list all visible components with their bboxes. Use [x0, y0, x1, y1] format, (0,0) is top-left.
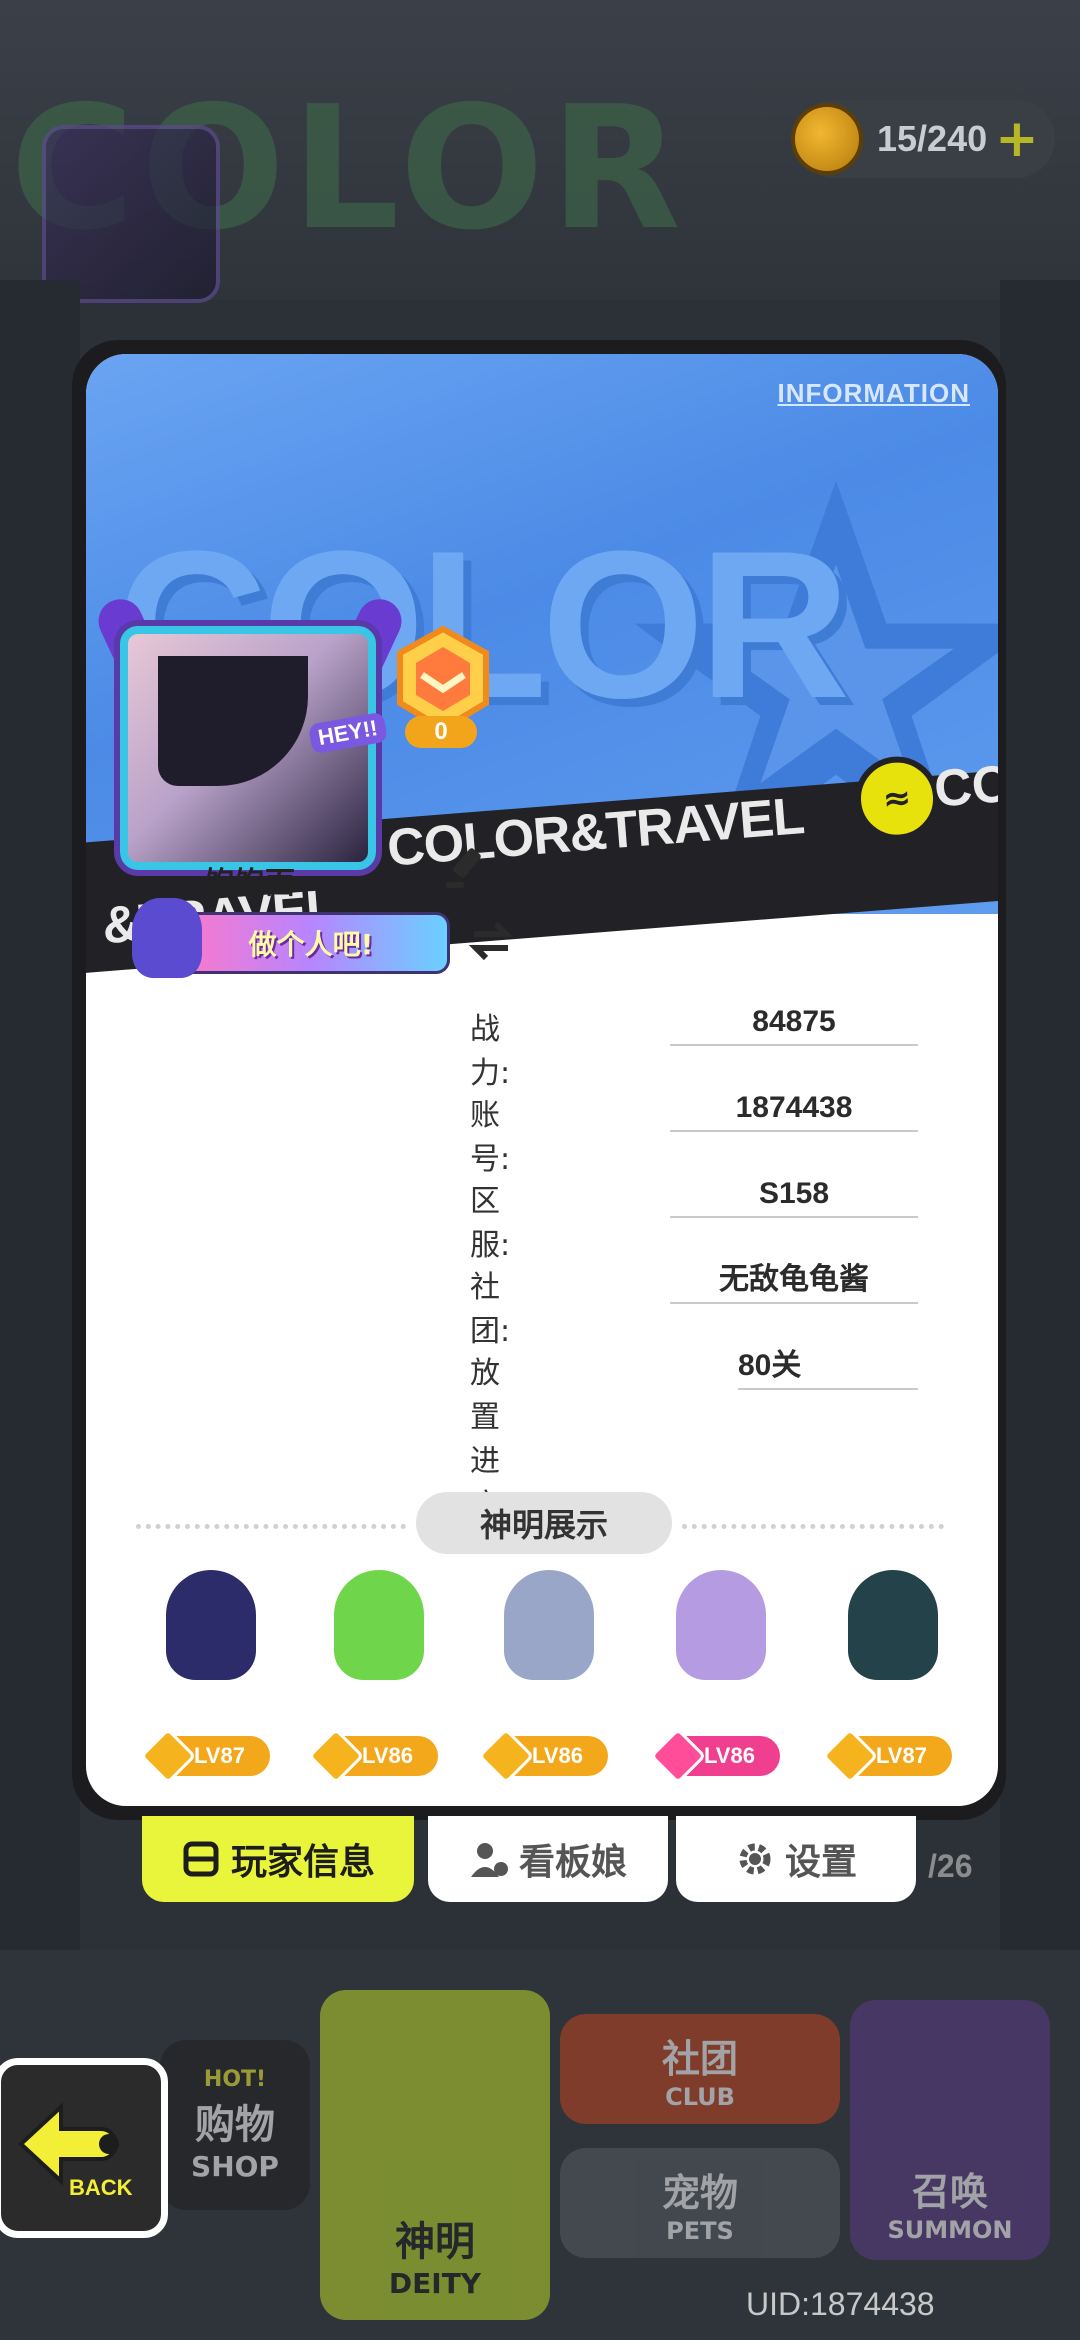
deity-level: LV87	[194, 1743, 245, 1768]
deity-level-badge: LV86	[649, 1727, 780, 1785]
title-badge-label: 做个人吧!	[172, 912, 450, 974]
deity-sprite	[504, 1570, 594, 1680]
background-right-panel	[1000, 280, 1080, 1980]
deity-level: LV86	[362, 1743, 413, 1768]
edit-name-icon[interactable]	[440, 842, 492, 894]
switch-title-icon[interactable]	[466, 918, 516, 964]
stat-label: 区服:	[470, 1184, 511, 1263]
tab-settings[interactable]: 设置	[676, 1816, 916, 1902]
deity-sprite	[166, 1570, 256, 1680]
stat-value: 84875	[670, 1000, 918, 1046]
deity-level: LV86	[704, 1743, 755, 1768]
deity-level-badge: LV87	[139, 1727, 270, 1785]
rank-count-badge: 0	[405, 716, 477, 748]
page-counter: /26	[928, 1848, 973, 1884]
avatar-hair	[158, 656, 308, 786]
stat-value: 80关	[738, 1344, 918, 1390]
deity-level: LV87	[876, 1743, 927, 1768]
club-button[interactable]: 社团 CLUB	[560, 2014, 840, 2124]
stamina-value: 15/240	[877, 118, 988, 159]
stat-value: 无敌龟龟酱	[670, 1258, 918, 1304]
stamina-coin-icon	[791, 103, 863, 175]
deity-label: 神明	[395, 2219, 475, 2265]
tab-label: 玩家信息	[230, 1842, 375, 1883]
tab-mascot[interactable]: 看板娘	[428, 1816, 668, 1902]
stamina-counter[interactable]: 15/240 +	[791, 100, 1055, 178]
back-label: BACK	[69, 2175, 133, 2200]
club-label-en: CLUB	[665, 2082, 735, 2111]
stat-label: 社团:	[470, 1270, 511, 1349]
title-cat-icon	[132, 898, 202, 978]
pets-label-en: PETS	[666, 2216, 734, 2245]
player-name: 饱饱面	[205, 866, 295, 901]
mascot-icon	[470, 1843, 508, 1877]
tab-label: 设置	[784, 1842, 857, 1883]
tab-player-info[interactable]: 玩家信息	[142, 1816, 414, 1902]
tab-label: 看板娘	[518, 1842, 627, 1883]
stripe-text-right: CO	[932, 754, 998, 819]
shop-button[interactable]: HOT! 购物 SHOP	[160, 2040, 310, 2210]
divider	[136, 1524, 406, 1529]
deity-level: LV86	[532, 1743, 583, 1768]
pets-button[interactable]: 宠物 PETS	[560, 2148, 840, 2258]
deity-label-en: DEITY	[388, 2267, 482, 2300]
shop-label: 购物	[195, 2102, 275, 2148]
stat-label: 账号:	[470, 1098, 511, 1177]
summon-label: 召唤	[911, 2170, 988, 2214]
divider	[682, 1524, 944, 1529]
title-badge[interactable]: 做个人吧!	[132, 898, 450, 978]
pets-label: 宠物	[661, 2170, 738, 2215]
stat-value: 1874438	[670, 1086, 918, 1132]
back-button[interactable]: BACK	[0, 2058, 168, 2238]
gear-icon	[739, 1843, 771, 1875]
deity-sprite	[334, 1570, 424, 1680]
background-left-panel	[0, 280, 80, 1980]
club-label: 社团	[661, 2036, 738, 2081]
user-id: UID:1874438	[746, 2286, 935, 2322]
player-info-icon	[183, 1841, 219, 1877]
deity-figure[interactable]	[146, 1560, 276, 1700]
deity-sprite	[848, 1570, 938, 1680]
shop-hot-tag: HOT!	[203, 2067, 267, 2092]
deity-sprite	[676, 1570, 766, 1680]
information-tag: INFORMATION	[777, 378, 970, 408]
stat-label: 战力:	[470, 1012, 511, 1091]
deity-figure[interactable]	[484, 1560, 614, 1700]
deity-level-badge: LV86	[477, 1727, 608, 1785]
deity-button[interactable]: 神明 DEITY	[320, 1990, 550, 2320]
summon-label-en: SUMMON	[887, 2216, 1013, 2244]
player-avatar[interactable]: HEY!!	[91, 591, 409, 878]
shop-label-en: SHOP	[191, 2150, 279, 2183]
deity-showcase-title: 神明展示	[416, 1492, 672, 1554]
deity-figure[interactable]	[314, 1560, 444, 1700]
deity-figure[interactable]	[656, 1560, 786, 1700]
stat-value: S158	[670, 1172, 918, 1218]
deity-figure[interactable]	[828, 1560, 958, 1700]
deity-level-badge: LV86	[307, 1727, 438, 1785]
add-stamina-icon[interactable]: +	[995, 113, 1039, 165]
summon-button[interactable]: 召唤 SUMMON	[850, 2000, 1050, 2260]
background-avatar	[42, 125, 220, 303]
deity-level-badge: LV87	[821, 1727, 952, 1785]
